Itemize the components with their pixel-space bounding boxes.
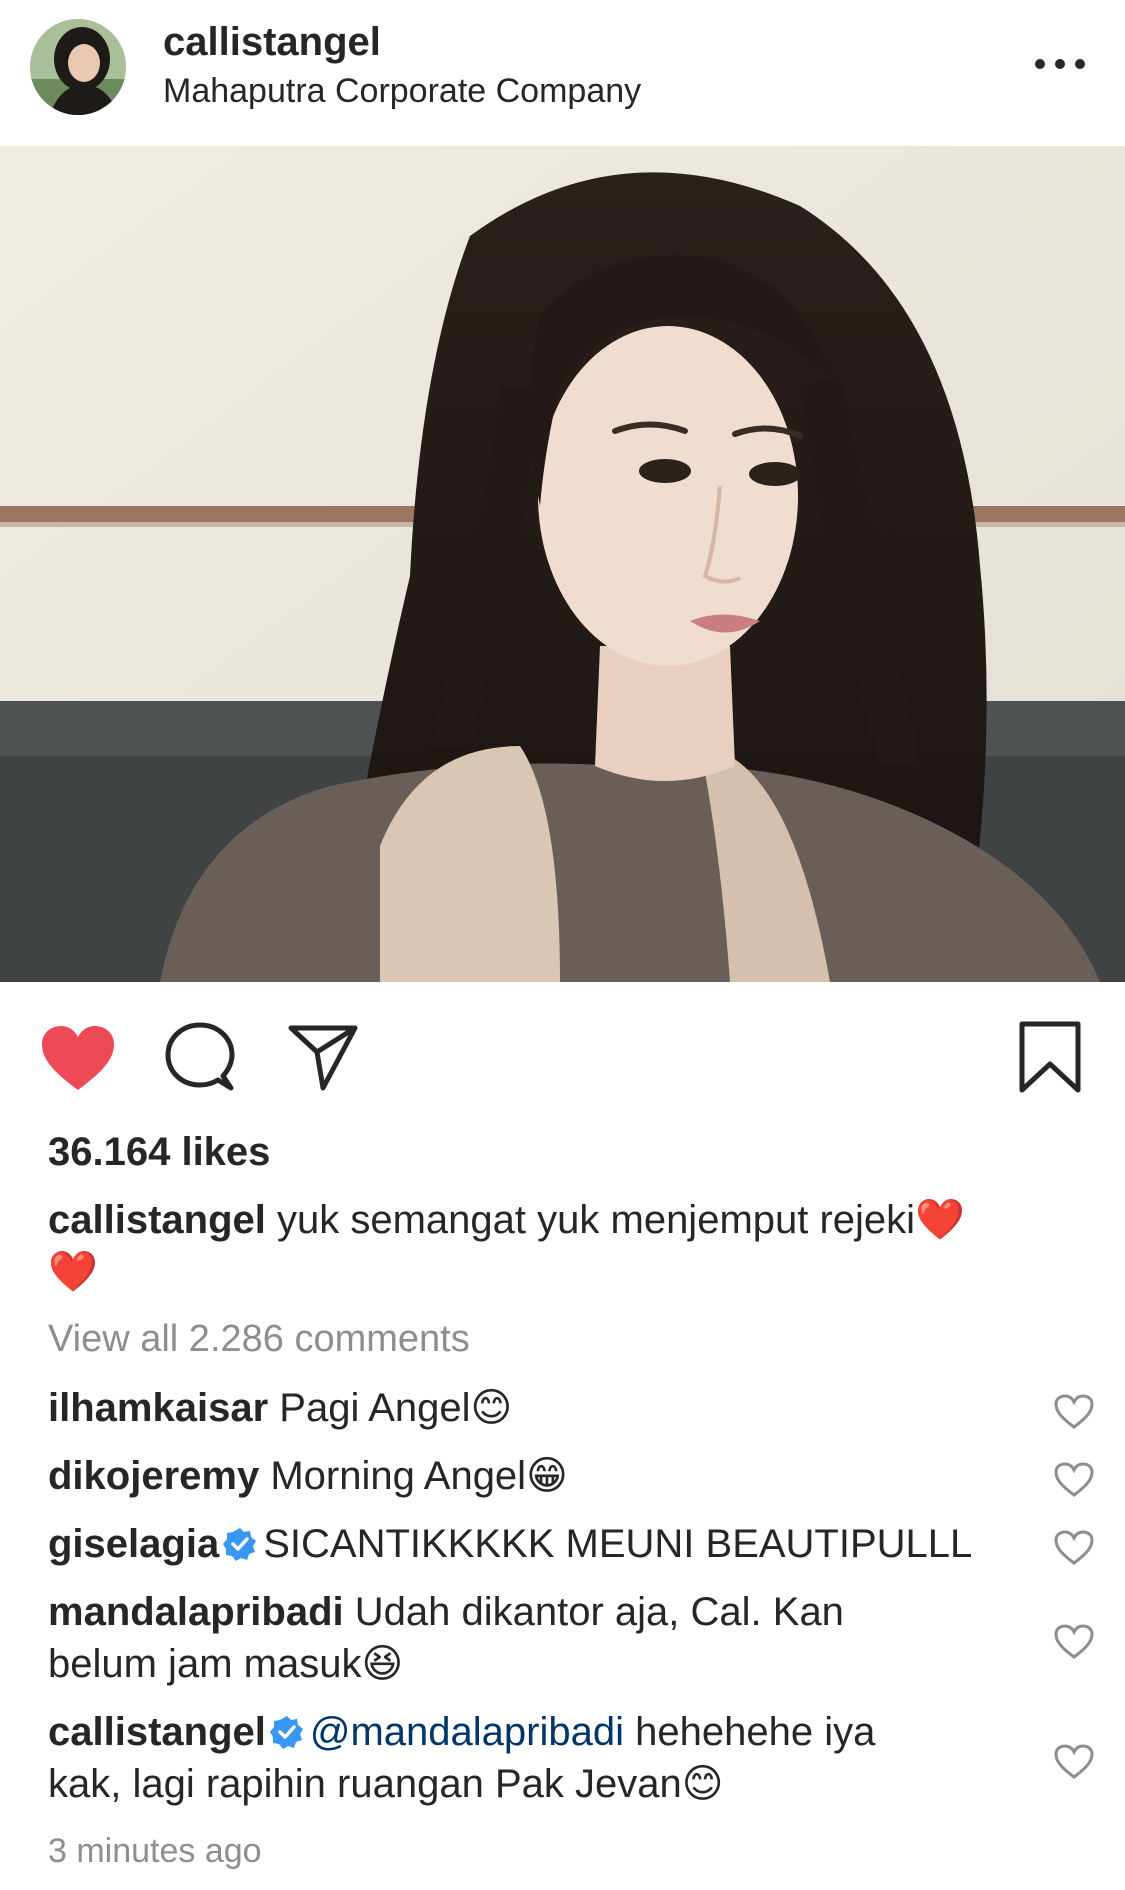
comment-icon: [165, 1022, 235, 1091]
comment-like-button[interactable]: [1054, 1394, 1094, 1430]
avatar-image: [30, 19, 126, 115]
caption-text: yuk semangat yuk menjemput rejeki: [277, 1198, 916, 1242]
heart-outline-icon: [1054, 1462, 1094, 1497]
comment-text: Morning Angel: [270, 1454, 527, 1498]
bookmark-icon: [1019, 1021, 1081, 1093]
selfie-image: [0, 146, 1125, 982]
action-bar: [0, 982, 1125, 1122]
comment-username[interactable]: mandalapribadi: [48, 1590, 344, 1634]
caption-username[interactable]: callistangel: [48, 1198, 266, 1242]
comment-row: mandalapribadi Udah dikantor aja, Cal. K…: [48, 1586, 1008, 1690]
comment-row: dikojeremy Morning Angel😁: [48, 1450, 1008, 1502]
heart-outline-icon: [1054, 1744, 1094, 1779]
like-button[interactable]: [40, 1024, 116, 1097]
likes-count[interactable]: 36.164 likes: [48, 1130, 270, 1175]
avatar[interactable]: [30, 19, 126, 115]
comment-row: callistangel @mandalapribadi hehehehe iya…: [48, 1706, 1008, 1810]
share-icon: [288, 1025, 358, 1091]
heart-filled-icon: [42, 1026, 114, 1090]
heart-outline-icon: [1054, 1624, 1094, 1659]
comment-row: giselagia SICANTIKKKKK MEUNI BEAUTIPULLL: [48, 1518, 1008, 1570]
view-all-comments-link[interactable]: View all 2.286 comments: [48, 1318, 470, 1361]
more-options-button[interactable]: [1030, 44, 1090, 84]
post-timestamp: 3 minutes ago: [48, 1832, 262, 1870]
comment-like-button[interactable]: [1054, 1530, 1094, 1566]
post-photo[interactable]: [0, 146, 1125, 982]
comment-username[interactable]: callistangel: [48, 1710, 266, 1754]
post-caption: callistangel yuk semangat yuk menjemput …: [48, 1194, 1048, 1298]
bookmark-button[interactable]: [1018, 1020, 1082, 1099]
comment-like-button[interactable]: [1054, 1744, 1094, 1780]
comment-text: hehehehe iya: [635, 1710, 876, 1754]
post-location[interactable]: Mahaputra Corporate Company: [163, 72, 641, 111]
comment-like-button[interactable]: [1054, 1624, 1094, 1660]
verified-icon: [223, 1528, 257, 1561]
comment-username[interactable]: ilhamkaisar: [48, 1386, 268, 1430]
comment-button[interactable]: [165, 1022, 235, 1097]
comment-username[interactable]: dikojeremy: [48, 1454, 259, 1498]
caption-emoji: ❤️: [915, 1198, 965, 1242]
comment-username[interactable]: giselagia: [48, 1522, 219, 1566]
comment-row: ilhamkaisar Pagi Angel😊: [48, 1382, 1008, 1434]
comment-emoji: 😊: [681, 1762, 724, 1806]
comment-text: SICANTIKKKKK MEUNI BEAUTIPULLL: [263, 1522, 973, 1566]
caption-emoji: ❤️: [48, 1250, 98, 1294]
comment-emoji: 😁: [526, 1454, 568, 1498]
share-button[interactable]: [287, 1022, 359, 1097]
comment-text: Pagi Angel: [279, 1386, 471, 1430]
comment-emoji: 😆: [361, 1642, 404, 1686]
post-header: callistangel Mahaputra Corporate Company: [0, 0, 1125, 146]
comment-text: kak, lagi rapihin ruangan Pak Jevan: [48, 1762, 682, 1806]
verified-icon: [269, 1716, 303, 1749]
comment-emoji: 😊: [470, 1386, 513, 1430]
post-username[interactable]: callistangel: [163, 20, 381, 65]
heart-outline-icon: [1054, 1394, 1094, 1429]
comment-like-button[interactable]: [1054, 1462, 1094, 1498]
comment-mention[interactable]: @mandalapribadi: [310, 1710, 624, 1754]
comment-text: Udah dikantor aja, Cal. Kan: [354, 1590, 844, 1634]
more-icon: [1035, 59, 1085, 69]
comment-text: belum jam masuk: [48, 1642, 362, 1686]
heart-outline-icon: [1054, 1530, 1094, 1565]
